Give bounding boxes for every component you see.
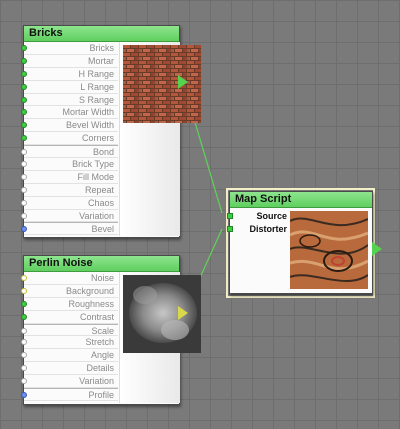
- perlin-preview: [119, 272, 201, 403]
- perlin-output-connector-icon[interactable]: [178, 306, 188, 320]
- port-label: Bevel Width: [65, 120, 114, 131]
- port-label: Profile: [88, 390, 114, 401]
- input-connector-icon[interactable]: [21, 57, 27, 64]
- port-label: Repeat: [84, 184, 114, 195]
- input-connector-icon[interactable]: [21, 135, 27, 142]
- input-connector-icon[interactable]: [21, 392, 27, 399]
- port-repeat[interactable]: Repeat: [21, 184, 118, 197]
- input-connector-icon[interactable]: [21, 109, 27, 116]
- port-label: Distorter: [249, 224, 287, 234]
- port-background[interactable]: Background: [21, 285, 118, 298]
- port-label: Mortar: [87, 55, 114, 66]
- port-label: Details: [86, 363, 114, 374]
- input-connector-icon[interactable]: [21, 161, 27, 168]
- port-label: L Range: [80, 81, 114, 92]
- port-mortar[interactable]: Mortar: [21, 55, 118, 68]
- input-connector-icon[interactable]: [21, 300, 27, 307]
- input-connector-icon[interactable]: [227, 226, 233, 232]
- input-connector-icon[interactable]: [21, 122, 27, 129]
- bricks-node[interactable]: Bricks Bricks Mortar H Range L Range S R…: [21, 25, 201, 238]
- port-label: Brick Type: [72, 159, 114, 170]
- port-noise[interactable]: Noise: [21, 272, 118, 285]
- port-details[interactable]: Details: [21, 362, 118, 376]
- input-connector-icon[interactable]: [21, 199, 27, 206]
- port-bevel[interactable]: Bevel: [21, 222, 118, 236]
- input-connector-icon[interactable]: [21, 352, 27, 359]
- port-contrast[interactable]: Contrast: [21, 311, 118, 324]
- port-variation[interactable]: Variation: [21, 210, 118, 223]
- input-connector-icon[interactable]: [21, 70, 27, 77]
- port-label: Contrast: [79, 311, 114, 322]
- port-fill-mode[interactable]: Fill Mode: [21, 171, 118, 184]
- port-scale[interactable]: Scale: [21, 323, 118, 337]
- input-connector-icon[interactable]: [21, 149, 27, 156]
- port-distorter[interactable]: Distorter: [227, 223, 287, 236]
- input-connector-icon[interactable]: [21, 365, 27, 372]
- bricks-port-list: Bricks Mortar H Range L Range S Range Mo…: [21, 42, 118, 236]
- port-bricks[interactable]: Bricks: [21, 42, 118, 55]
- input-connector-icon[interactable]: [21, 327, 27, 334]
- perlin-noise-thumbnail: [123, 275, 201, 353]
- port-label: Mortar Width: [62, 107, 114, 118]
- port-label: Bond: [92, 147, 114, 158]
- port-label: H Range: [78, 68, 114, 79]
- port-label: Angle: [90, 350, 114, 361]
- map-script-output-connector-icon[interactable]: [372, 242, 382, 256]
- map-script-thumbnail: [290, 211, 368, 289]
- port-label: Noise: [90, 273, 114, 283]
- input-connector-icon[interactable]: [21, 339, 27, 346]
- port-label: Chaos: [87, 197, 114, 208]
- input-connector-icon[interactable]: [21, 313, 27, 320]
- port-corners[interactable]: Corners: [21, 132, 118, 146]
- input-connector-icon[interactable]: [21, 173, 27, 180]
- port-label: Source: [256, 211, 287, 221]
- map-script-node[interactable]: Map Script Source Distorter: [227, 191, 373, 294]
- input-connector-icon[interactable]: [21, 45, 27, 51]
- port-variation[interactable]: Variation: [21, 375, 118, 389]
- bricks-preview: [119, 42, 201, 236]
- port-label: Corners: [81, 133, 114, 144]
- node-title[interactable]: Map Script: [230, 192, 372, 208]
- node-title[interactable]: Perlin Noise: [24, 256, 179, 272]
- port-s-range[interactable]: S Range: [21, 94, 118, 107]
- port-label: S Range: [78, 94, 114, 105]
- input-connector-icon[interactable]: [21, 212, 27, 219]
- port-stretch[interactable]: Stretch: [21, 336, 118, 350]
- input-connector-icon[interactable]: [21, 287, 27, 294]
- port-label: Variation: [79, 210, 114, 221]
- bricks-thumbnail: [123, 45, 201, 123]
- node-title[interactable]: Bricks: [24, 26, 179, 42]
- port-angle[interactable]: Angle: [21, 349, 118, 363]
- input-connector-icon[interactable]: [21, 83, 27, 90]
- port-profile[interactable]: Profile: [21, 388, 118, 401]
- perlin-noise-node[interactable]: Perlin Noise Noise Background Roughness …: [21, 255, 201, 405]
- port-label: Stretch: [85, 337, 114, 348]
- port-label: Fill Mode: [77, 171, 114, 182]
- port-label: Bricks: [89, 43, 115, 53]
- port-chaos[interactable]: Chaos: [21, 197, 118, 210]
- input-connector-icon[interactable]: [21, 186, 27, 193]
- port-label: Background: [65, 285, 114, 296]
- port-roughness[interactable]: Roughness: [21, 298, 118, 311]
- input-connector-icon[interactable]: [21, 275, 27, 281]
- input-connector-icon[interactable]: [21, 96, 27, 103]
- input-connector-icon[interactable]: [21, 378, 27, 385]
- port-label: Bevel: [91, 224, 114, 235]
- port-bevel-width[interactable]: Bevel Width: [21, 119, 118, 133]
- input-connector-icon[interactable]: [21, 226, 27, 233]
- port-bond[interactable]: Bond: [21, 145, 118, 159]
- port-source[interactable]: Source: [227, 210, 287, 223]
- input-connector-icon[interactable]: [227, 213, 233, 219]
- perlin-port-list: Noise Background Roughness Contrast Scal…: [21, 272, 118, 401]
- port-label: Scale: [91, 325, 114, 336]
- port-mortar-width[interactable]: Mortar Width: [21, 106, 118, 120]
- port-brick-type[interactable]: Brick Type: [21, 158, 118, 171]
- port-h-range[interactable]: H Range: [21, 68, 118, 81]
- port-l-range[interactable]: L Range: [21, 81, 118, 94]
- port-label: Roughness: [68, 298, 114, 309]
- port-label: Variation: [79, 376, 114, 387]
- bricks-output-connector-icon[interactable]: [178, 75, 188, 89]
